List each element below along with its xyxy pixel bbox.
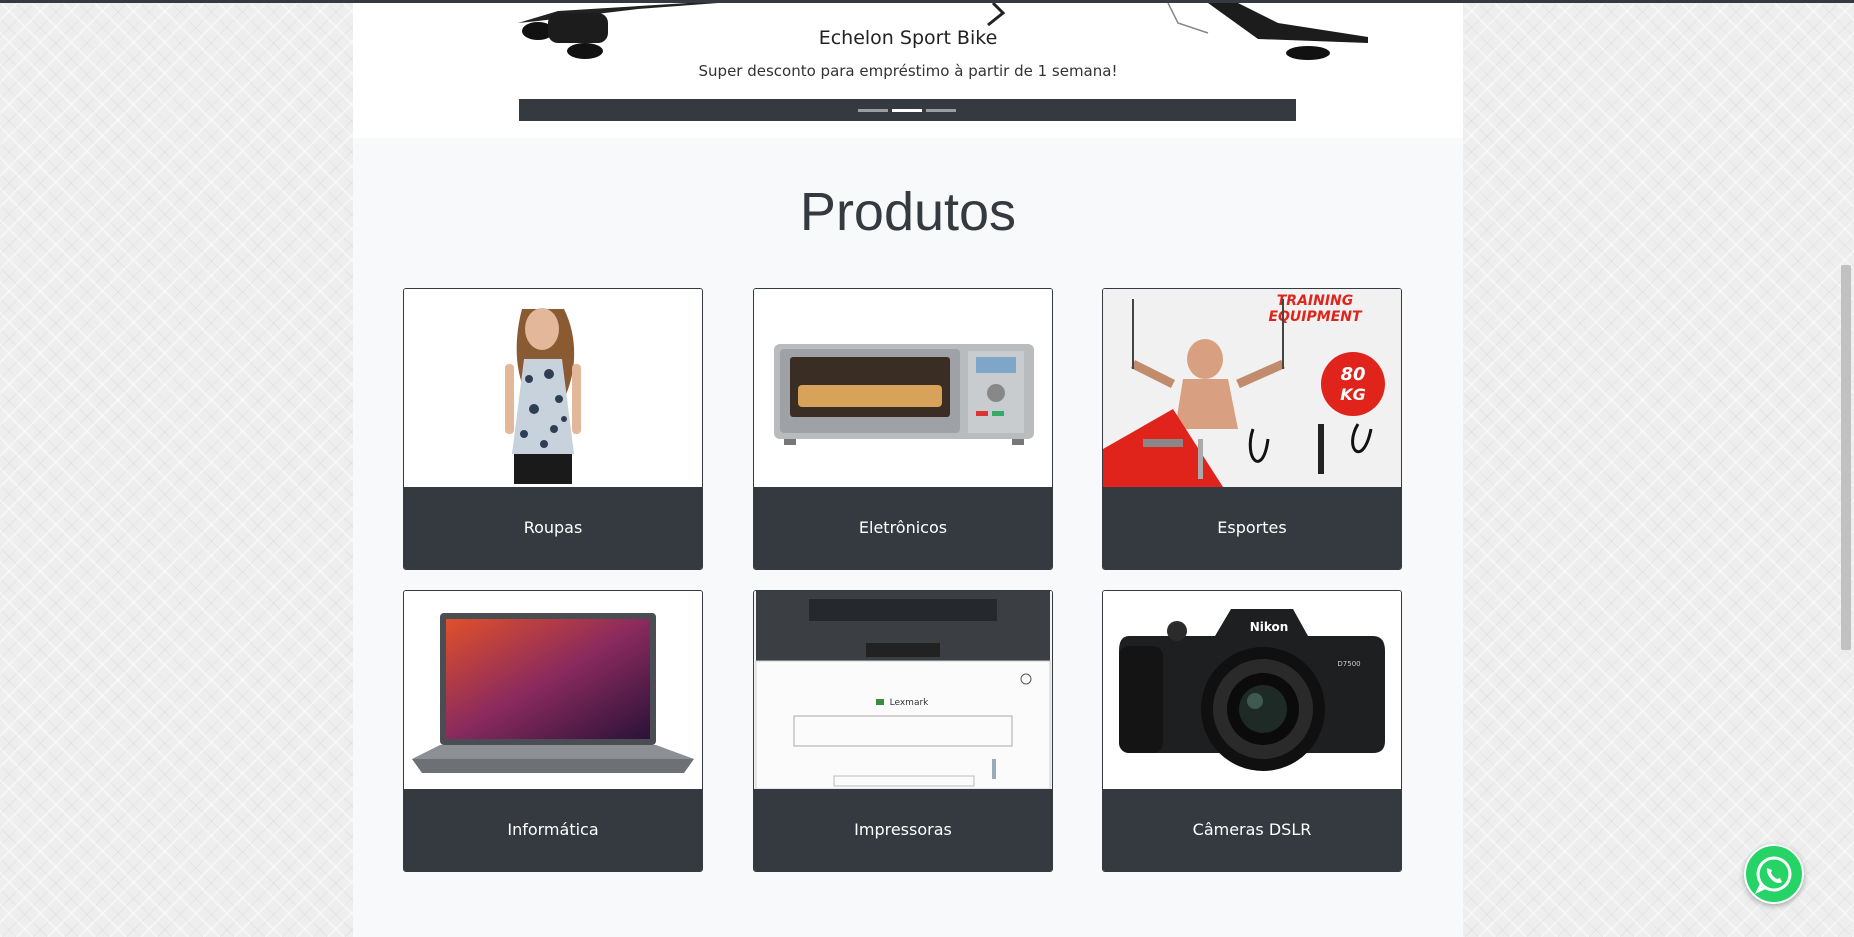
product-label-esportes: Esportes xyxy=(1103,487,1401,569)
carousel: Echelon Sport Bike Super desconto para e… xyxy=(353,3,1463,138)
product-label-roupas: Roupas xyxy=(404,487,702,569)
main-container: Echelon Sport Bike Super desconto para e… xyxy=(353,3,1463,937)
product-card-informatica[interactable]: Informática xyxy=(403,590,703,872)
whatsapp-icon xyxy=(1744,844,1804,904)
carousel-indicators xyxy=(519,99,1296,121)
product-label-cameras: Câmeras DSLR xyxy=(1103,789,1401,871)
product-card-impressoras[interactable]: Lexmark Impressoras xyxy=(753,590,1053,872)
printer-brand: Lexmark xyxy=(890,698,930,708)
carousel-indicator-1[interactable] xyxy=(858,109,888,112)
carousel-title: Echelon Sport Bike xyxy=(818,27,998,49)
camera-brand: Nikon xyxy=(1250,620,1289,634)
laptop-image xyxy=(404,591,702,789)
toaster-oven-image xyxy=(754,289,1052,487)
training-equipment-image: TRAINING EQUIPMENT 80 KG xyxy=(1103,289,1401,487)
product-card-cameras[interactable]: Nikon D7500 Câmeras DSLR xyxy=(1102,590,1402,872)
product-card-eletronicos[interactable]: Eletrônicos xyxy=(753,288,1053,570)
product-card-roupas[interactable]: Roupas xyxy=(403,288,703,570)
product-label-eletronicos: Eletrônicos xyxy=(754,487,1052,569)
weight-number: 80 xyxy=(1340,364,1365,385)
products-title: Produtos xyxy=(799,182,1017,242)
carousel-indicator-2[interactable] xyxy=(892,109,922,112)
printer-image: Lexmark xyxy=(754,591,1052,789)
product-label-informatica: Informática xyxy=(404,789,702,871)
camera-model: D7500 xyxy=(1337,660,1360,668)
clothing-image xyxy=(404,289,702,487)
carousel-subtitle: Super desconto para empréstimo à partir … xyxy=(698,62,1118,80)
product-card-esportes[interactable]: TRAINING EQUIPMENT 80 KG Esportes xyxy=(1102,288,1402,570)
whatsapp-button[interactable] xyxy=(1744,844,1804,904)
camera-image: Nikon D7500 xyxy=(1103,591,1401,789)
scrollbar-thumb[interactable] xyxy=(1841,265,1851,650)
carousel-indicator-3[interactable] xyxy=(926,109,956,112)
training-text: TRAINING xyxy=(1277,293,1354,309)
weight-unit: KG xyxy=(1340,385,1366,404)
product-label-impressoras: Impressoras xyxy=(754,789,1052,871)
